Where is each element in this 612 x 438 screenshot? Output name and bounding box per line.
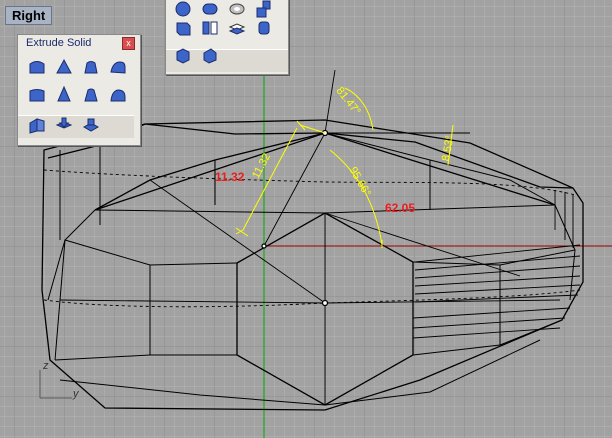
extrude-cone-icon[interactable] — [54, 85, 74, 105]
solid-sphere-icon[interactable] — [173, 0, 193, 19]
extrude-down-icon[interactable] — [54, 115, 74, 135]
solid-tools-palette[interactable] — [165, 0, 289, 75]
extrude-surface-straight-icon[interactable] — [27, 85, 47, 105]
dimension-label-left[interactable]: 11.32 — [215, 170, 244, 184]
axis-label-z: z — [43, 360, 49, 372]
solid-pipe-icon[interactable] — [254, 0, 274, 19]
solid-box-icon[interactable] — [173, 18, 193, 38]
solid-wedge-icon[interactable] — [200, 46, 220, 66]
axis-label-y: y — [73, 388, 79, 400]
palette-title: Extrude Solid x — [18, 35, 140, 51]
solid-split-icon[interactable] — [200, 18, 220, 38]
extrude-planar-icon[interactable] — [81, 115, 101, 135]
extrude-tapered-icon[interactable] — [81, 57, 101, 77]
extrude-along-curve-icon[interactable] — [108, 57, 128, 77]
extrude-solid-palette[interactable]: Extrude Solid x — [17, 34, 141, 146]
extrude-curved-icon[interactable] — [108, 85, 128, 105]
solid-cylinder-icon[interactable] — [254, 18, 274, 38]
extrude-to-point-icon[interactable] — [54, 57, 74, 77]
extrude-surface-icon[interactable] — [27, 57, 47, 77]
solid-tube-icon[interactable] — [200, 0, 220, 19]
close-button[interactable]: x — [122, 37, 135, 50]
extrude-taper-icon[interactable] — [81, 85, 101, 105]
palette-title-text: Extrude Solid — [26, 37, 92, 49]
extrude-face-icon[interactable] — [27, 115, 47, 135]
dimension-label-right[interactable]: 62.05 — [385, 201, 415, 215]
solid-layers-icon[interactable] — [227, 18, 247, 38]
viewport-tab-right[interactable]: Right — [5, 6, 53, 25]
solid-cube-icon[interactable] — [173, 46, 193, 66]
solid-torus-icon[interactable] — [227, 0, 247, 19]
